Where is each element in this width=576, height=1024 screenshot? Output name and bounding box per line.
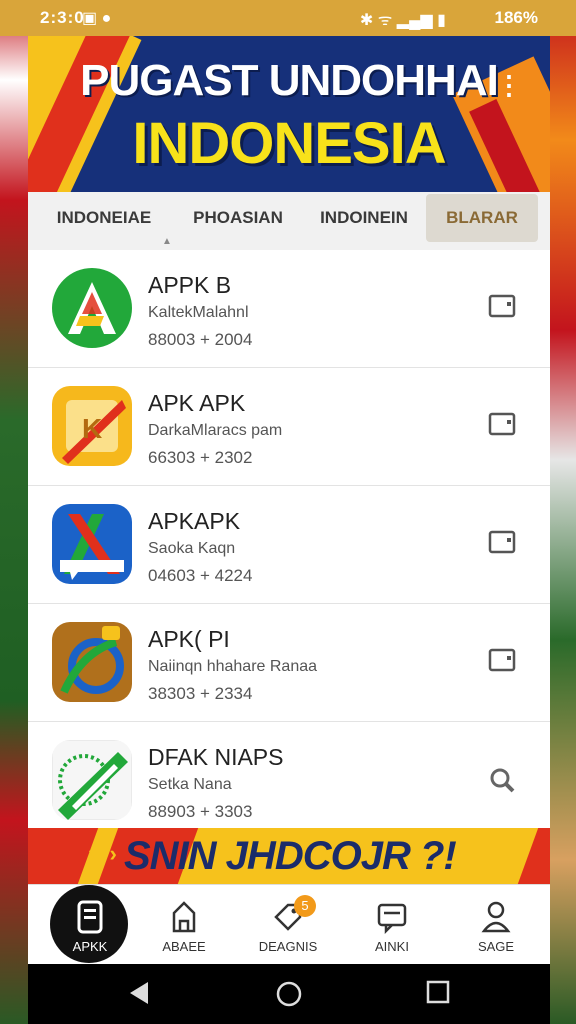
bottom-navigation: APKK ABAEE 5 DEAGNIS AINKI SAGE (28, 884, 550, 964)
status-time: 2:3:0 (40, 8, 85, 27)
nav-item-apkk[interactable]: APKK (28, 885, 132, 964)
list-item[interactable]: APK( PI Naiinqn hhahare Ranaa 38303 + 23… (28, 604, 550, 722)
install-button[interactable] (488, 294, 516, 318)
tab-phoasian[interactable]: PHOASIAN (178, 192, 298, 244)
search-icon[interactable] (488, 766, 516, 794)
app-meta: 66303 + 2302 (148, 448, 253, 467)
app-list: APPK B KaltekMalahnl 88003 + 2004 K APK … (28, 250, 550, 839)
nav-label: SAGE (477, 939, 515, 954)
header-banner: PUGAST UNDOHHAI INDONESIA ⋮ (28, 36, 550, 192)
background-left (0, 0, 30, 1024)
arrows-icon: › › (88, 841, 121, 866)
nav-item-sage[interactable]: SAGE (444, 885, 548, 964)
user-icon (481, 901, 511, 933)
app-meta: 88903 + 3303 (148, 802, 253, 821)
recents-icon[interactable] (426, 980, 450, 1004)
chat-icon (377, 903, 407, 935)
tab-indoinein[interactable]: INDOINEIN (306, 192, 422, 244)
list-item[interactable]: APKAPK Saoka Kaqn 04603 + 4224 (28, 486, 550, 604)
list-item[interactable]: DFAK NIAPS Setka Nana 88903 + 3303 (28, 722, 550, 839)
notification-icons: ▣ ● (82, 10, 112, 27)
green-apk-icon (52, 268, 132, 348)
app-name: DFAK NIAPS (148, 744, 284, 770)
app-meta: 38303 + 2334 (148, 684, 253, 703)
svg-text:K: K (82, 413, 102, 444)
nav-item-abaee[interactable]: ABAEE (132, 885, 236, 964)
list-item[interactable]: APPK B KaltekMalahnl 88003 + 2004 (28, 250, 550, 368)
nav-label: APKK (72, 939, 108, 954)
app-window: PUGAST UNDOHHAI INDONESIA ⋮ INDONEIAE PH… (28, 36, 550, 964)
nav-item-ainki[interactable]: AINKI (340, 885, 444, 964)
install-button[interactable] (488, 648, 516, 672)
app-developer: Setka Nana (148, 776, 232, 793)
blue-apk-icon (52, 504, 132, 584)
signal-icons: ✱ ᯤ ▂▄▆ ▮ (359, 12, 446, 29)
page-subtitle: INDONESIA (132, 111, 446, 176)
list-item[interactable]: K APK APK DarkaMlaracs pam 66303 + 2302 (28, 368, 550, 486)
system-navigation-bar (28, 964, 550, 1024)
yellow-apk-icon: K (52, 386, 132, 466)
white-apk-icon (52, 740, 132, 820)
promo-text: SNIN JHDCOJR ?! (124, 834, 457, 878)
more-options-icon[interactable]: ⋮ (496, 70, 522, 101)
page-title: PUGAST UNDOHHAI (80, 56, 499, 105)
promo-banner[interactable]: › › SNIN JHDCOJR ?! (28, 828, 550, 884)
back-icon[interactable] (128, 980, 152, 1006)
nav-label: ABAEE (162, 939, 206, 954)
tab-indoneiae[interactable]: INDONEIAE (42, 192, 166, 244)
home-icon (172, 901, 196, 933)
app-developer: Saoka Kaqn (148, 540, 236, 557)
app-developer: DarkaMlaracs pam (148, 422, 283, 439)
background-right (550, 0, 576, 1024)
tab-indicator-icon: ▲ (162, 236, 172, 247)
app-name: APK( PI (148, 626, 230, 652)
app-meta: 88003 + 2004 (148, 330, 253, 349)
brown-apk-icon (52, 622, 132, 702)
battery-level: 186% (494, 8, 538, 27)
notification-badge: 5 (294, 895, 316, 917)
home-button-icon[interactable] (275, 980, 303, 1008)
install-button[interactable] (488, 530, 516, 554)
tab-bar: INDONEIAE PHOASIAN INDOINEIN BLARAR ▲ (28, 192, 550, 251)
tab-blarar[interactable]: BLARAR (426, 194, 538, 242)
install-button[interactable] (488, 412, 516, 436)
app-meta: 04603 + 4224 (148, 566, 253, 585)
app-name: APK APK (148, 390, 246, 416)
status-bar: 2:3:0 ▣ ● ✱ ᯤ ▂▄▆ ▮ 186% (0, 0, 576, 36)
app-name: APPK B (148, 272, 232, 298)
app-developer: Naiinqn hhahare Ranaa (148, 658, 318, 675)
nav-item-deagnis[interactable]: 5 DEAGNIS (236, 885, 340, 964)
apk-icon (77, 900, 103, 934)
nav-label: AINKI (375, 939, 409, 954)
nav-label: DEAGNIS (258, 939, 318, 954)
app-name: APKAPK (148, 508, 241, 534)
app-developer: KaltekMalahnl (148, 304, 249, 321)
